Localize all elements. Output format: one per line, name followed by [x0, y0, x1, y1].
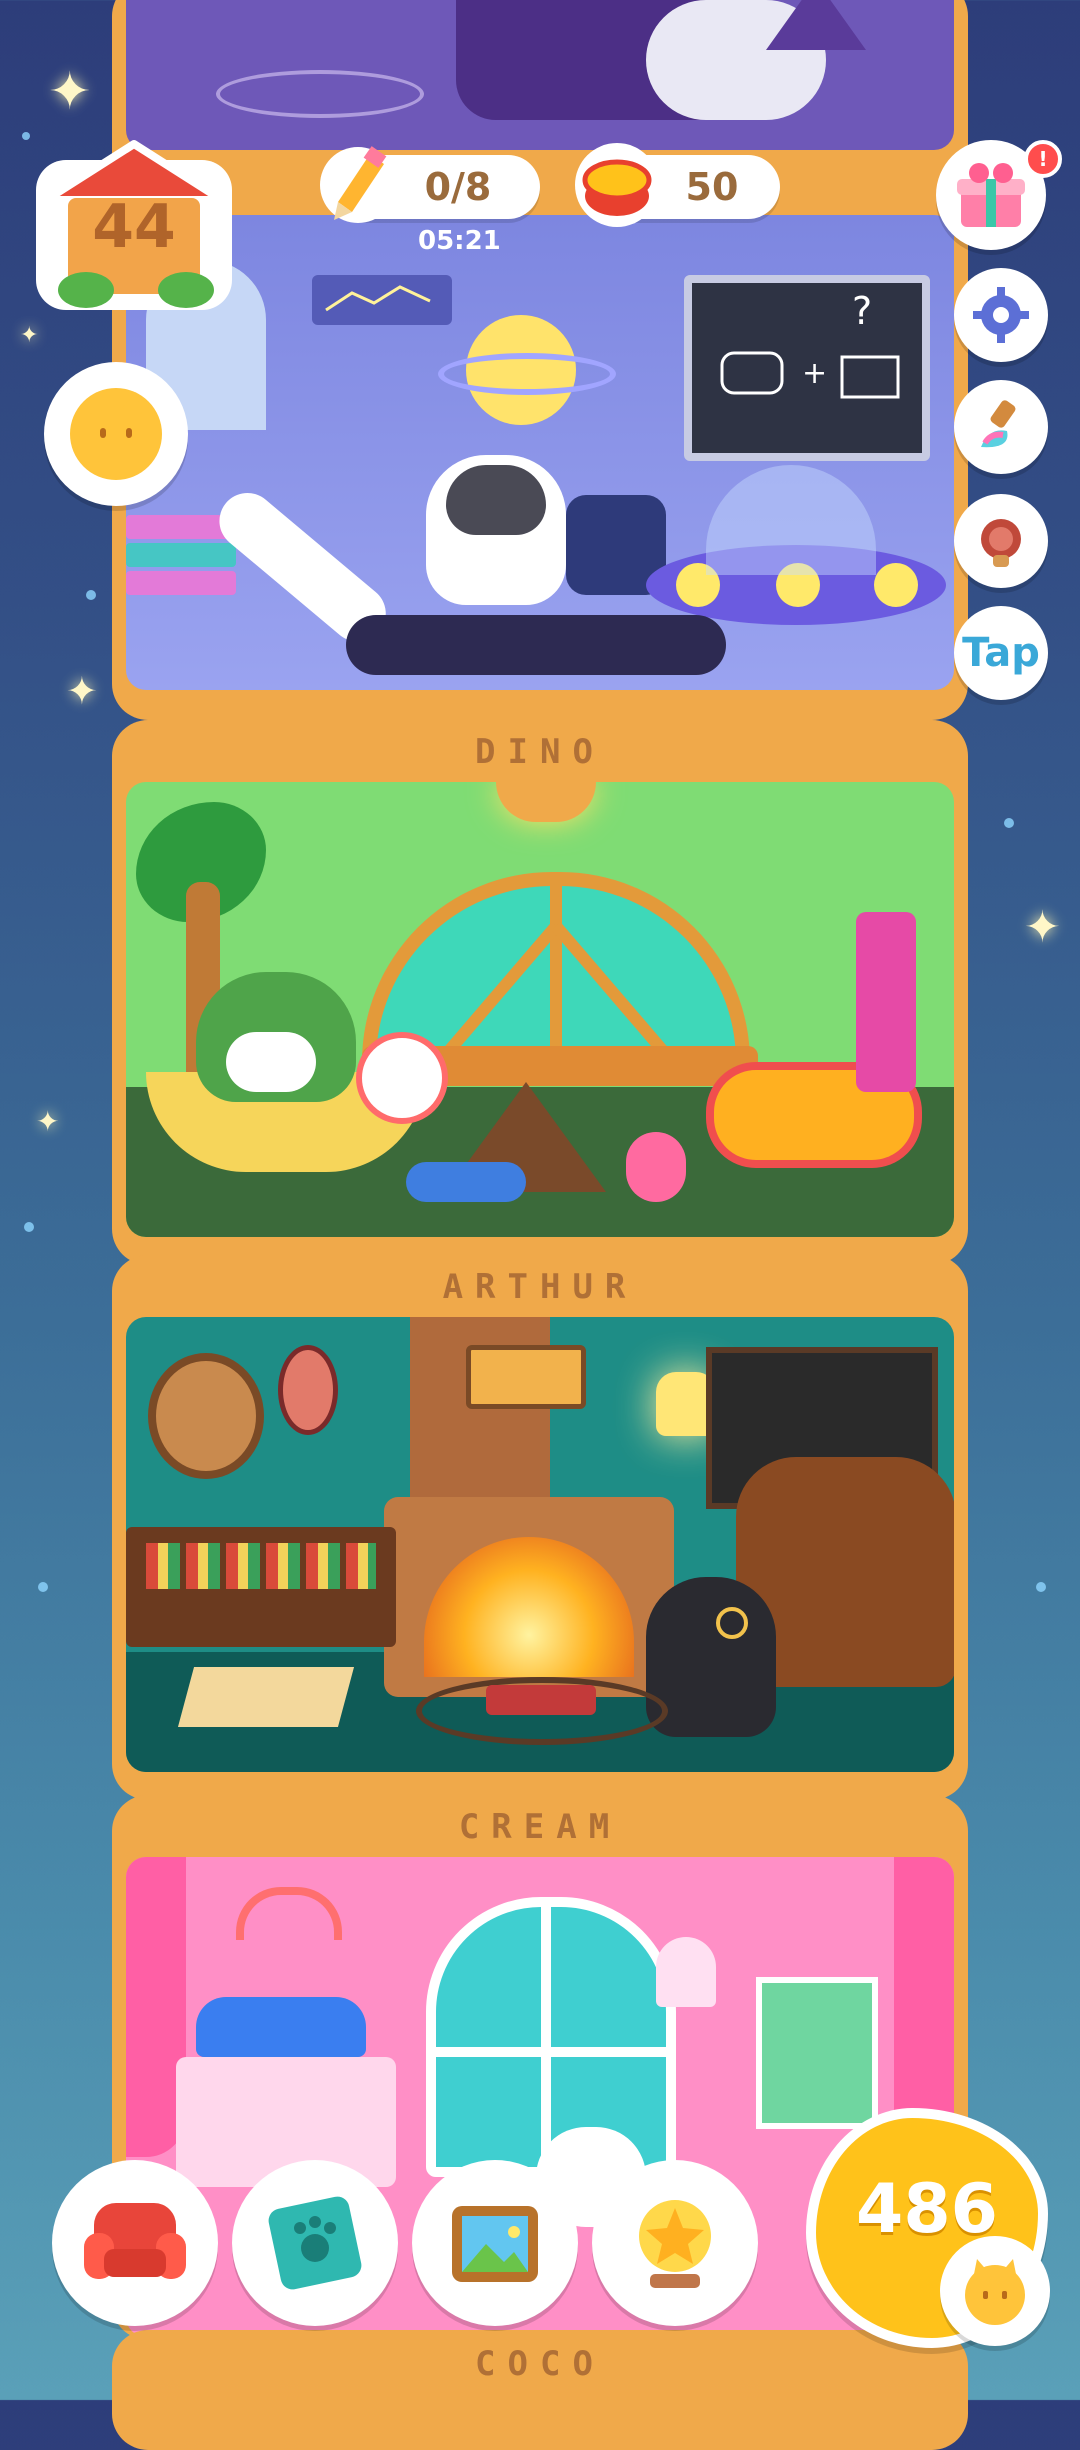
- cat-book-button[interactable]: [232, 2160, 398, 2326]
- ice-cream-poster: [756, 1977, 878, 2129]
- star-dot: [1004, 818, 1014, 828]
- sparkle-decoration: ✦: [36, 1105, 60, 1138]
- constellation-poster: [312, 275, 452, 325]
- sparkle-decoration: ✦: [48, 62, 92, 122]
- pink-dino-toy: [626, 1132, 686, 1202]
- planet-ring: [438, 353, 616, 395]
- pencil-timer: 05:21: [418, 226, 501, 256]
- cat-cushion-shelf: [196, 1997, 366, 2057]
- armchair-icon: [84, 2203, 186, 2279]
- room-wizard-interior: [126, 0, 954, 150]
- rainbow-decal: [236, 1887, 342, 1940]
- photo-frame-icon: [452, 2206, 538, 2282]
- room-label-arthur: ARTHUR: [442, 1267, 638, 1307]
- book-stack: [126, 515, 236, 625]
- paint-brush-icon: [981, 400, 1016, 448]
- room-label-dino: DINO: [475, 732, 605, 772]
- blue-dino-toy: [406, 1162, 526, 1202]
- toy-train[interactable]: [486, 1685, 596, 1715]
- cat-face-icon: [965, 2259, 1025, 2325]
- room-coco[interactable]: COCO: [112, 2330, 968, 2450]
- food-button[interactable]: [954, 494, 1048, 588]
- star-dot: [38, 1582, 48, 1592]
- settings-button[interactable]: [954, 268, 1048, 362]
- hanging-towel: [856, 912, 916, 1092]
- room-arthur[interactable]: ARTHUR: [112, 1255, 968, 1800]
- svg-text:+: +: [802, 356, 827, 391]
- gift-icon: [957, 163, 1025, 227]
- astronaut-cat[interactable]: [426, 455, 566, 605]
- sausage-icon: [981, 519, 1021, 567]
- sparkle-decoration: ✦: [1024, 902, 1061, 953]
- space-rug: [346, 615, 726, 675]
- room-space-interior: ? +: [126, 215, 954, 690]
- pencil-count: 0/8: [424, 165, 492, 209]
- tuna-can-count: 50: [685, 165, 739, 209]
- cat-portrait: [148, 1353, 264, 1479]
- room-label-cream: CREAM: [458, 1807, 622, 1847]
- star-trophy-icon: [639, 2200, 711, 2288]
- furniture-shop-button[interactable]: [52, 2160, 218, 2326]
- tap-button[interactable]: Tap: [954, 606, 1048, 700]
- cat-face-button[interactable]: [940, 2236, 1050, 2346]
- magic-circle-rug: [216, 70, 424, 118]
- chalkboard[interactable]: ? +: [684, 275, 930, 461]
- cat-button[interactable]: [44, 362, 188, 506]
- room-dino-interior: [126, 782, 954, 1237]
- paw-book-icon: [268, 2196, 362, 2290]
- star-dot: [24, 1222, 34, 1232]
- room-label-coco: COCO: [475, 2344, 605, 2384]
- sparkle-decoration: ✦: [20, 323, 39, 348]
- dino-costume-cat[interactable]: [196, 972, 356, 1102]
- room-dino[interactable]: DINO: [112, 720, 968, 1265]
- tap-label: Tap: [962, 630, 1040, 676]
- monocle: [716, 1607, 748, 1639]
- room-arthur-interior: [126, 1317, 954, 1772]
- treasure-map: [177, 1667, 355, 1727]
- wizard-hat: [766, 0, 866, 50]
- gift-notification-badge: !: [1024, 140, 1062, 178]
- trophy-button[interactable]: [592, 2160, 758, 2326]
- tuna-can-icon: [572, 140, 662, 230]
- gear-icon: [973, 287, 1029, 343]
- paw-portrait: [278, 1345, 338, 1435]
- bookshelf: [126, 1527, 396, 1647]
- star-dot: [1036, 1582, 1046, 1592]
- ufo-dome: [706, 465, 876, 575]
- house-level-badge[interactable]: 44: [26, 130, 242, 320]
- fish-plaque: [466, 1345, 586, 1409]
- paint-brush-button[interactable]: [954, 380, 1048, 474]
- ceiling-lamp: [496, 782, 596, 822]
- dino-egg: [356, 1032, 448, 1124]
- fireplace[interactable]: [384, 1497, 674, 1697]
- round-window: [426, 1897, 676, 2177]
- chalkboard-question-mark: ?: [852, 289, 873, 333]
- sparkle-decoration: ✦: [66, 669, 98, 713]
- cat-face-icon: [70, 388, 162, 480]
- house-level-number: 44: [92, 192, 176, 262]
- pencil-icon: [318, 140, 398, 230]
- photo-album-button[interactable]: [412, 2160, 578, 2326]
- pink-lamp: [656, 1937, 716, 2007]
- star-dot: [86, 590, 96, 600]
